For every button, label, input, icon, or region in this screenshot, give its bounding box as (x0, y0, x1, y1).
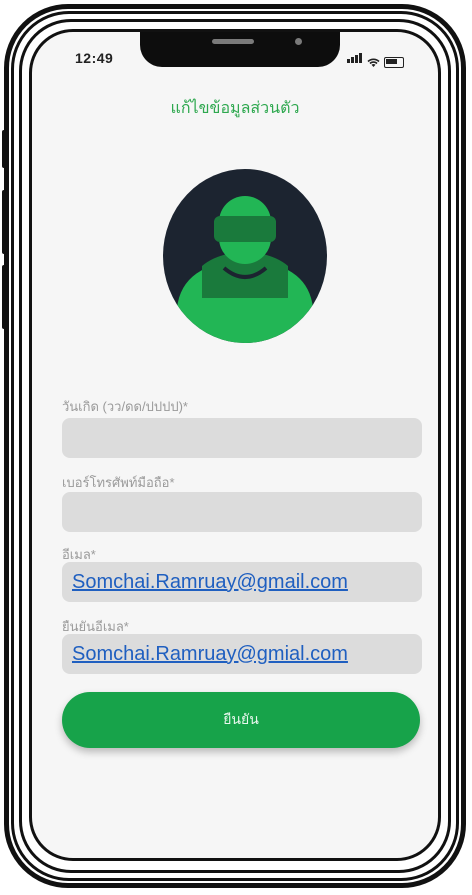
wifi-icon (367, 58, 380, 67)
page-title: แก้ไขข้อมูลส่วนตัว (170, 100, 300, 117)
mute-switch (2, 130, 7, 168)
notch (140, 32, 340, 67)
front-camera (295, 38, 302, 45)
status-time: 12:49 (75, 50, 114, 66)
volume-down-button (2, 265, 7, 329)
confirm-button[interactable]: ยืนยัน (62, 692, 420, 748)
email-confirm-value[interactable]: Somchai.Ramruay@gmial.com (72, 643, 348, 666)
phone-field[interactable] (62, 492, 422, 532)
birthdate-field[interactable] (62, 418, 422, 458)
phone-mockup: 12:49 แก้ไขข้อมูลส่วนตัว วันเกิด (วว/ดด/… (0, 0, 472, 895)
email-confirm-field[interactable]: Somchai.Ramruay@gmial.com (62, 634, 422, 674)
phone-screen: 12:49 แก้ไขข้อมูลส่วนตัว วันเกิด (วว/ดด/… (29, 29, 441, 861)
signal-icon (347, 50, 363, 68)
birthdate-label: วันเกิด (วว/ดด/ปปปป)* (62, 399, 188, 414)
confirm-button-label: ยืนยัน (223, 711, 259, 727)
volume-up-button (2, 190, 7, 254)
email-value[interactable]: Somchai.Ramruay@gmail.com (72, 571, 348, 594)
phone-label: เบอร์โทรศัพท์มือถือ* (62, 475, 175, 490)
battery-icon (384, 57, 404, 68)
status-icons (347, 50, 404, 68)
email-field[interactable]: Somchai.Ramruay@gmail.com (62, 562, 422, 602)
user-avatar-icon[interactable] (162, 168, 328, 344)
speaker-grille (212, 39, 254, 44)
